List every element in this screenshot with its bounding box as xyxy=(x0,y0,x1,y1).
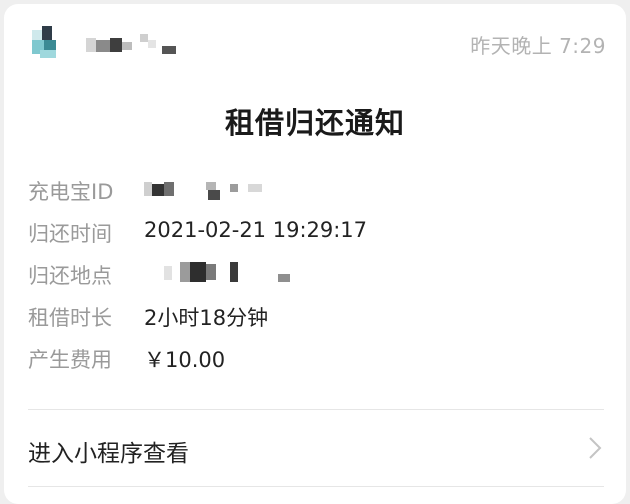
card-header: 昨天晚上 7:29 xyxy=(4,4,626,84)
account-name-redacted xyxy=(86,32,186,58)
notification-card: 昨天晚上 7:29 租借归还通知 充电宝ID 归还时间 2021-02-21 1… xyxy=(4,4,626,504)
open-mini-program-label: 进入小程序查看 xyxy=(28,441,189,467)
bottom-divider xyxy=(28,486,604,487)
notice-title: 租借归还通知 xyxy=(224,106,405,140)
field-return-location: 归还地点 xyxy=(28,254,608,294)
field-value: 2小时18分钟 xyxy=(144,306,269,330)
timestamp: 昨天晚上 7:29 xyxy=(470,34,606,58)
field-rental-duration: 租借时长 2小时18分钟 xyxy=(28,296,608,336)
open-mini-program-link[interactable]: 进入小程序查看 xyxy=(4,410,626,486)
field-label: 租借时长 xyxy=(28,306,112,330)
powerbank-id-redacted xyxy=(144,182,274,200)
field-powerbank-id: 充电宝ID xyxy=(28,170,608,210)
field-fee: 产生费用 ￥10.00 xyxy=(28,338,608,378)
field-value: ￥10.00 xyxy=(144,348,226,372)
field-label: 归还时间 xyxy=(28,222,112,246)
return-location-redacted xyxy=(164,262,304,286)
field-label: 产生费用 xyxy=(28,348,112,372)
field-value: 2021-02-21 19:29:17 xyxy=(144,218,368,242)
chevron-right-icon xyxy=(588,436,602,460)
avatar[interactable] xyxy=(32,26,62,62)
field-label: 归还地点 xyxy=(28,264,112,288)
field-label: 充电宝ID xyxy=(28,180,114,204)
field-return-time: 归还时间 2021-02-21 19:29:17 xyxy=(28,212,608,252)
